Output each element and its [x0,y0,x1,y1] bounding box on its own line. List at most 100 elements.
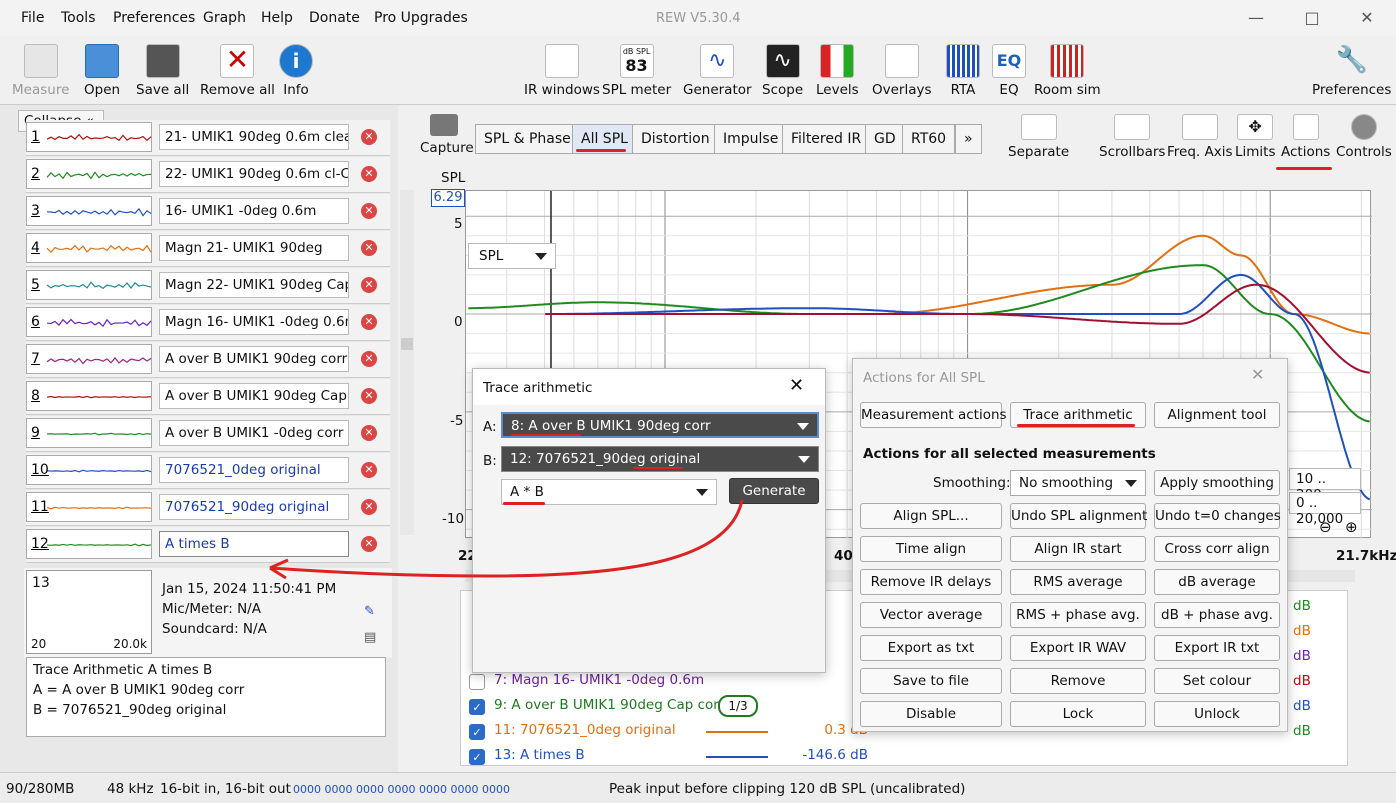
delete-icon[interactable]: ✕ [361,425,377,441]
measurement-thumbnail[interactable]: 4 [26,233,152,263]
measurement-thumbnail[interactable]: 1 [26,122,152,152]
delete-icon[interactable]: ✕ [361,351,377,367]
measure-button[interactable]: Measure [12,44,69,98]
legend-checkbox[interactable]: ✓ [469,699,485,715]
save-all-button[interactable]: Save all [136,44,189,98]
apply-smoothing-button[interactable]: Apply smoothing [1154,470,1280,496]
export-as-txt-button[interactable]: Export as txt [860,635,1002,661]
document-icon[interactable]: ▤ [364,630,376,645]
measurement-row[interactable]: 9 A over B UMIK1 -0deg corr ✕ [26,416,390,452]
tab-impulse[interactable]: Impulse [714,124,787,154]
close-icon[interactable]: ✕ [789,375,804,396]
levels-button[interactable]: Levels [816,44,859,98]
delete-icon[interactable]: ✕ [361,388,377,404]
spl-select[interactable]: SPL [468,243,556,269]
delete-icon[interactable]: ✕ [361,203,377,219]
generator-button[interactable]: ∿ Generator [683,44,752,98]
align-spl-button[interactable]: Align SPL... [860,503,1002,529]
measurement-name-field[interactable]: 16- UMIK1 -0deg 0.6m [159,198,349,224]
freq-axis-button[interactable]: Freq. Axis [1167,114,1233,160]
eq-button[interactable]: EQ EQ [992,44,1026,98]
measurement-name-field[interactable]: A over B UMIK1 90deg corr [159,346,349,372]
delete-icon[interactable]: ✕ [361,166,377,182]
y-max-field[interactable]: 6.29 [431,189,465,207]
menu-graph[interactable]: Graph [203,10,246,26]
unlock-button[interactable]: Unlock [1154,701,1280,727]
alignment-tool-button[interactable]: Alignment tool [1154,402,1280,428]
delete-icon[interactable]: ✕ [361,462,377,478]
measurement-row[interactable]: 4 Magn 21- UMIK1 90deg ✕ [26,231,390,267]
measurement-thumbnail[interactable]: 10 [26,455,152,485]
measurement-name-field[interactable]: A over B UMIK1 90deg Cap c [159,383,349,409]
capture-button[interactable]: Capture [420,114,468,156]
remove-button[interactable]: Remove [1010,668,1146,694]
measurement-thumbnail[interactable]: 2 [26,159,152,189]
scrollbars-button[interactable]: Scrollbars [1099,114,1165,160]
measurement-row[interactable]: 3 16- UMIK1 -0deg 0.6m ✕ [26,194,390,230]
tabs-more-button[interactable]: » [955,124,982,154]
menu-file[interactable]: File [21,10,44,26]
undo-t-0-changes-button[interactable]: Undo t=0 changes [1154,503,1280,529]
menu-tools[interactable]: Tools [61,10,96,26]
limits-button[interactable]: ✥ Limits [1235,114,1276,160]
info-button[interactable]: i Info [279,44,313,98]
x-range-field[interactable]: 0 .. 20,000 [1289,492,1361,514]
tab-distortion[interactable]: Distortion [632,124,719,154]
measurement-name-field[interactable]: Magn 16- UMIK1 -0deg 0.6m [159,309,349,335]
measurement-thumbnail[interactable]: 11 [26,492,152,522]
tab-gd[interactable]: GD [865,124,905,154]
export-ir-wav-button[interactable]: Export IR WAV [1010,635,1146,661]
tab-filtered-ir[interactable]: Filtered IR [782,124,870,154]
overlays-button[interactable]: Overlays [872,44,932,98]
align-ir-start-button[interactable]: Align IR start [1010,536,1146,562]
rta-button[interactable]: RTA [946,44,980,98]
remove-ir-delays-button[interactable]: Remove IR delays [860,569,1002,595]
measurement-name-field[interactable]: 22- UMIK1 90deg 0.6m cl-CA [159,161,349,187]
legend-checkbox[interactable]: ✓ [469,749,485,765]
close-icon[interactable]: ✕ [1352,6,1382,30]
close-icon[interactable]: ✕ [1251,365,1264,384]
rms-average-button[interactable]: RMS average [1010,569,1146,595]
save-to-file-button[interactable]: Save to file [860,668,1002,694]
measurement-row[interactable]: 5 Magn 22- UMIK1 90deg Cap ✕ [26,268,390,304]
measurement-row[interactable]: 6 Magn 16- UMIK1 -0deg 0.6m ✕ [26,305,390,341]
measurement-thumbnail[interactable]: 12 [26,529,152,559]
tab-spl-phase[interactable]: SPL & Phase [475,124,580,154]
minimize-icon[interactable]: — [1241,6,1271,30]
measurement-row[interactable]: 7 A over B UMIK1 90deg corr ✕ [26,342,390,378]
delete-icon[interactable]: ✕ [361,277,377,293]
measurement-name-field[interactable]: Magn 22- UMIK1 90deg Cap [159,272,349,298]
ir-windows-button[interactable]: IR windows [524,44,600,98]
measurement-thumbnail[interactable]: 6 [26,307,152,337]
x-zoom-in-icon[interactable]: ⊕ [1345,518,1358,536]
preferences-button[interactable]: 🔧 Preferences [1312,44,1391,98]
time-align-button[interactable]: Time align [860,536,1002,562]
measurement-thumbnail[interactable]: 7 [26,344,152,374]
delete-icon[interactable]: ✕ [361,314,377,330]
menu-preferences[interactable]: Preferences [113,10,195,26]
edit-icon[interactable]: ✎ [364,604,375,619]
set-colour-button[interactable]: Set colour [1154,668,1280,694]
maximize-icon[interactable]: □ [1297,6,1327,30]
db-average-button[interactable]: dB average [1154,569,1280,595]
measurement-list-scrollbar[interactable] [400,190,414,535]
measurement-name-field[interactable]: 21- UMIK1 90deg 0.6m clean [159,124,349,150]
measurement-name-field[interactable]: A over B UMIK1 -0deg corr [159,420,349,446]
spl-meter-button[interactable]: dB SPL 83 SPL meter [602,44,671,98]
measurement-row[interactable]: 8 A over B UMIK1 90deg Cap c ✕ [26,379,390,415]
actions-button[interactable]: Actions [1281,114,1330,160]
disable-button[interactable]: Disable [860,701,1002,727]
delete-icon[interactable]: ✕ [361,129,377,145]
menu-pro-upgrades[interactable]: Pro Upgrades [374,10,468,26]
measurement-notes[interactable]: Trace Arithmetic A times B A = A over B … [26,657,386,737]
measurement-thumbnail[interactable]: 13 20 20.0k [26,570,152,654]
x-zoom-out-icon[interactable]: ⊖ [1319,518,1332,536]
menu-donate[interactable]: Donate [309,10,360,26]
measurement-row[interactable]: 1 21- UMIK1 90deg 0.6m clean ✕ [26,120,390,156]
room-sim-button[interactable]: Room sim [1034,44,1101,98]
measurement-name-field[interactable]: 7076521_0deg original [159,457,349,483]
undo-spl-alignment-button[interactable]: Undo SPL alignment [1010,503,1146,529]
cross-corr-align-button[interactable]: Cross corr align [1154,536,1280,562]
measurement-thumbnail[interactable]: 9 [26,418,152,448]
menu-help[interactable]: Help [261,10,293,26]
